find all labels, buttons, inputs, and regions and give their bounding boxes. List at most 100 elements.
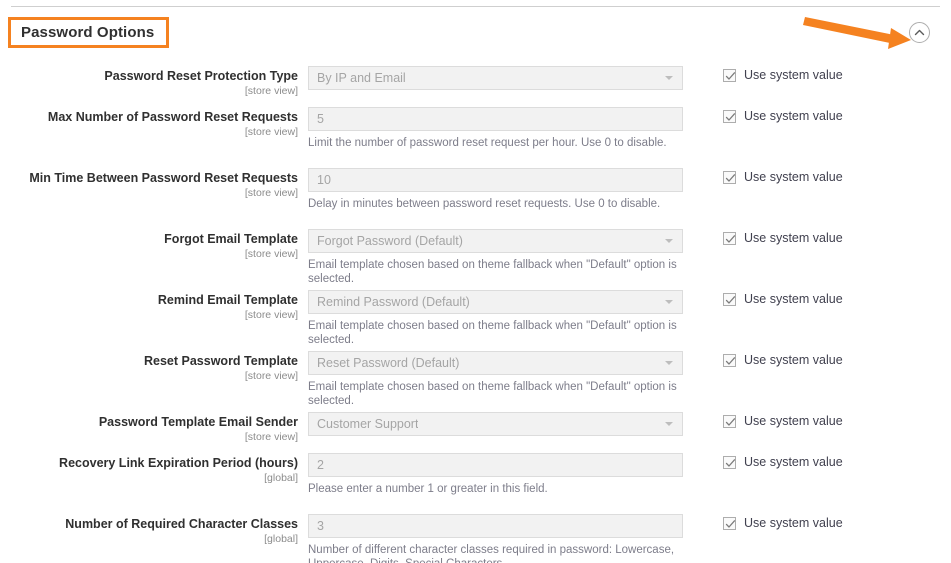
field-scope: [store view] bbox=[244, 431, 298, 443]
page-title: Password Options bbox=[21, 24, 155, 41]
field-control-group: By IP and Email bbox=[308, 66, 683, 90]
checkbox[interactable] bbox=[723, 516, 736, 530]
control-value: Reset Password (Default) bbox=[317, 356, 460, 370]
field-row: Recovery Link Expiration Period (hours) [… bbox=[0, 453, 951, 496]
chevron-down-icon[interactable] bbox=[665, 76, 673, 80]
select-input[interactable]: Remind Password (Default) bbox=[308, 290, 683, 314]
use-system-value-label: Use system value bbox=[744, 170, 843, 184]
field-control-group: Reset Password (Default) Email template c… bbox=[308, 351, 683, 408]
text-input[interactable]: 10 bbox=[308, 168, 683, 192]
field-scope: [store view] bbox=[244, 126, 298, 138]
use-system-value-toggle[interactable]: Use system value bbox=[723, 516, 843, 530]
use-system-value-toggle[interactable]: Use system value bbox=[723, 455, 843, 469]
use-system-value-label: Use system value bbox=[744, 109, 843, 123]
check-icon bbox=[725, 295, 736, 304]
use-system-value-toggle[interactable]: Use system value bbox=[723, 292, 843, 306]
field-label: Remind Email Template bbox=[157, 293, 298, 307]
field-note: Email template chosen based on theme fal… bbox=[308, 381, 677, 407]
checkbox[interactable] bbox=[723, 353, 736, 367]
field-note: Number of different character classes re… bbox=[308, 544, 675, 563]
chevron-up-icon bbox=[914, 29, 925, 36]
checkbox[interactable] bbox=[723, 170, 736, 184]
field-row: Min Time Between Password Reset Requests… bbox=[0, 168, 951, 211]
use-system-value-label: Use system value bbox=[744, 68, 843, 82]
use-system-value-toggle[interactable]: Use system value bbox=[723, 414, 843, 428]
field-control-group: Forgot Password (Default) Email template … bbox=[308, 229, 683, 286]
use-system-value-label: Use system value bbox=[744, 455, 843, 469]
field-scope: [store view] bbox=[244, 85, 298, 97]
field-note: Email template chosen based on theme fal… bbox=[308, 320, 677, 346]
check-icon bbox=[725, 519, 736, 528]
field-control-group: 10 Delay in minutes between password rese… bbox=[308, 168, 683, 211]
checkbox[interactable] bbox=[723, 68, 736, 82]
field-control-group: 2 Please enter a number 1 or greater in t… bbox=[308, 453, 683, 496]
field-note: Delay in minutes between password reset … bbox=[308, 198, 661, 210]
field-label: Forgot Email Template bbox=[164, 232, 298, 246]
orange-pointer-arrow bbox=[803, 17, 911, 49]
field-scope: [store view] bbox=[244, 187, 298, 199]
field-label-group: Reset Password Template [store view] bbox=[0, 351, 308, 383]
use-system-value-toggle[interactable]: Use system value bbox=[723, 231, 843, 245]
use-system-value-label: Use system value bbox=[744, 292, 843, 306]
use-system-value-toggle[interactable]: Use system value bbox=[723, 109, 843, 123]
chevron-up-circle-icon[interactable] bbox=[909, 22, 930, 43]
field-label: Reset Password Template bbox=[144, 354, 298, 368]
use-system-value-toggle[interactable]: Use system value bbox=[723, 353, 843, 367]
field-label: Max Number of Password Reset Requests bbox=[47, 110, 298, 124]
field-row: Forgot Email Template [store view] Forgot … bbox=[0, 229, 951, 286]
field-control-group: 5 Limit the number of password reset requ… bbox=[308, 107, 683, 150]
field-label-group: Remind Email Template [store view] bbox=[0, 290, 308, 322]
text-input[interactable]: 2 bbox=[308, 453, 683, 477]
check-icon bbox=[725, 417, 736, 426]
text-input[interactable]: 3 bbox=[308, 514, 683, 538]
field-label: Password Reset Protection Type bbox=[104, 69, 298, 83]
checkbox[interactable] bbox=[723, 455, 736, 469]
control-value: Forgot Password (Default) bbox=[317, 234, 463, 248]
chevron-down-icon[interactable] bbox=[665, 300, 673, 304]
field-label-group: Min Time Between Password Reset Requests… bbox=[0, 168, 308, 200]
text-input[interactable]: 5 bbox=[308, 107, 683, 131]
control-value: 3 bbox=[317, 519, 324, 533]
checkbox[interactable] bbox=[723, 414, 736, 428]
control-value: 10 bbox=[317, 173, 331, 187]
control-value: By IP and Email bbox=[317, 71, 406, 85]
field-scope: [store view] bbox=[244, 248, 298, 260]
password-options-screen: Password Options Password Reset Protecti… bbox=[0, 0, 951, 563]
field-label: Number of Required Character Classes bbox=[65, 517, 298, 531]
use-system-value-toggle[interactable]: Use system value bbox=[723, 68, 843, 82]
checkbox[interactable] bbox=[723, 231, 736, 245]
field-row: Max Number of Password Reset Requests [st… bbox=[0, 107, 951, 150]
control-value: 2 bbox=[317, 458, 324, 472]
control-value: 5 bbox=[317, 112, 324, 126]
field-row: Remind Email Template [store view] Remind … bbox=[0, 290, 951, 347]
use-system-value-label: Use system value bbox=[744, 231, 843, 245]
field-label-group: Number of Required Character Classes [glo… bbox=[0, 514, 308, 546]
field-label: Min Time Between Password Reset Requests bbox=[29, 171, 298, 185]
field-label-group: Recovery Link Expiration Period (hours) [… bbox=[0, 453, 308, 485]
chevron-down-icon[interactable] bbox=[665, 239, 673, 243]
chevron-down-icon[interactable] bbox=[665, 361, 673, 365]
checkbox[interactable] bbox=[723, 292, 736, 306]
field-scope: [global] bbox=[264, 472, 298, 484]
select-input[interactable]: By IP and Email bbox=[308, 66, 683, 90]
select-input[interactable]: Customer Support bbox=[308, 412, 683, 436]
section-header-password-options[interactable]: Password Options bbox=[8, 17, 170, 48]
chevron-down-icon[interactable] bbox=[665, 422, 673, 426]
field-scope: [store view] bbox=[244, 309, 298, 321]
use-system-value-toggle[interactable]: Use system value bbox=[723, 170, 843, 184]
checkbox[interactable] bbox=[723, 109, 736, 123]
field-row: Password Reset Protection Type [store vie… bbox=[0, 66, 951, 98]
check-icon bbox=[725, 112, 736, 121]
use-system-value-label: Use system value bbox=[744, 353, 843, 367]
field-label: Password Template Email Sender bbox=[98, 415, 298, 429]
check-icon bbox=[725, 234, 736, 243]
select-input[interactable]: Reset Password (Default) bbox=[308, 351, 683, 375]
field-scope: [global] bbox=[264, 533, 298, 545]
check-icon bbox=[725, 458, 736, 467]
field-label-group: Forgot Email Template [store view] bbox=[0, 229, 308, 261]
select-input[interactable]: Forgot Password (Default) bbox=[308, 229, 683, 253]
use-system-value-label: Use system value bbox=[744, 516, 843, 530]
field-label-group: Max Number of Password Reset Requests [st… bbox=[0, 107, 308, 139]
field-label-group: Password Reset Protection Type [store vie… bbox=[0, 66, 308, 98]
field-note: Limit the number of password reset reque… bbox=[308, 137, 667, 149]
